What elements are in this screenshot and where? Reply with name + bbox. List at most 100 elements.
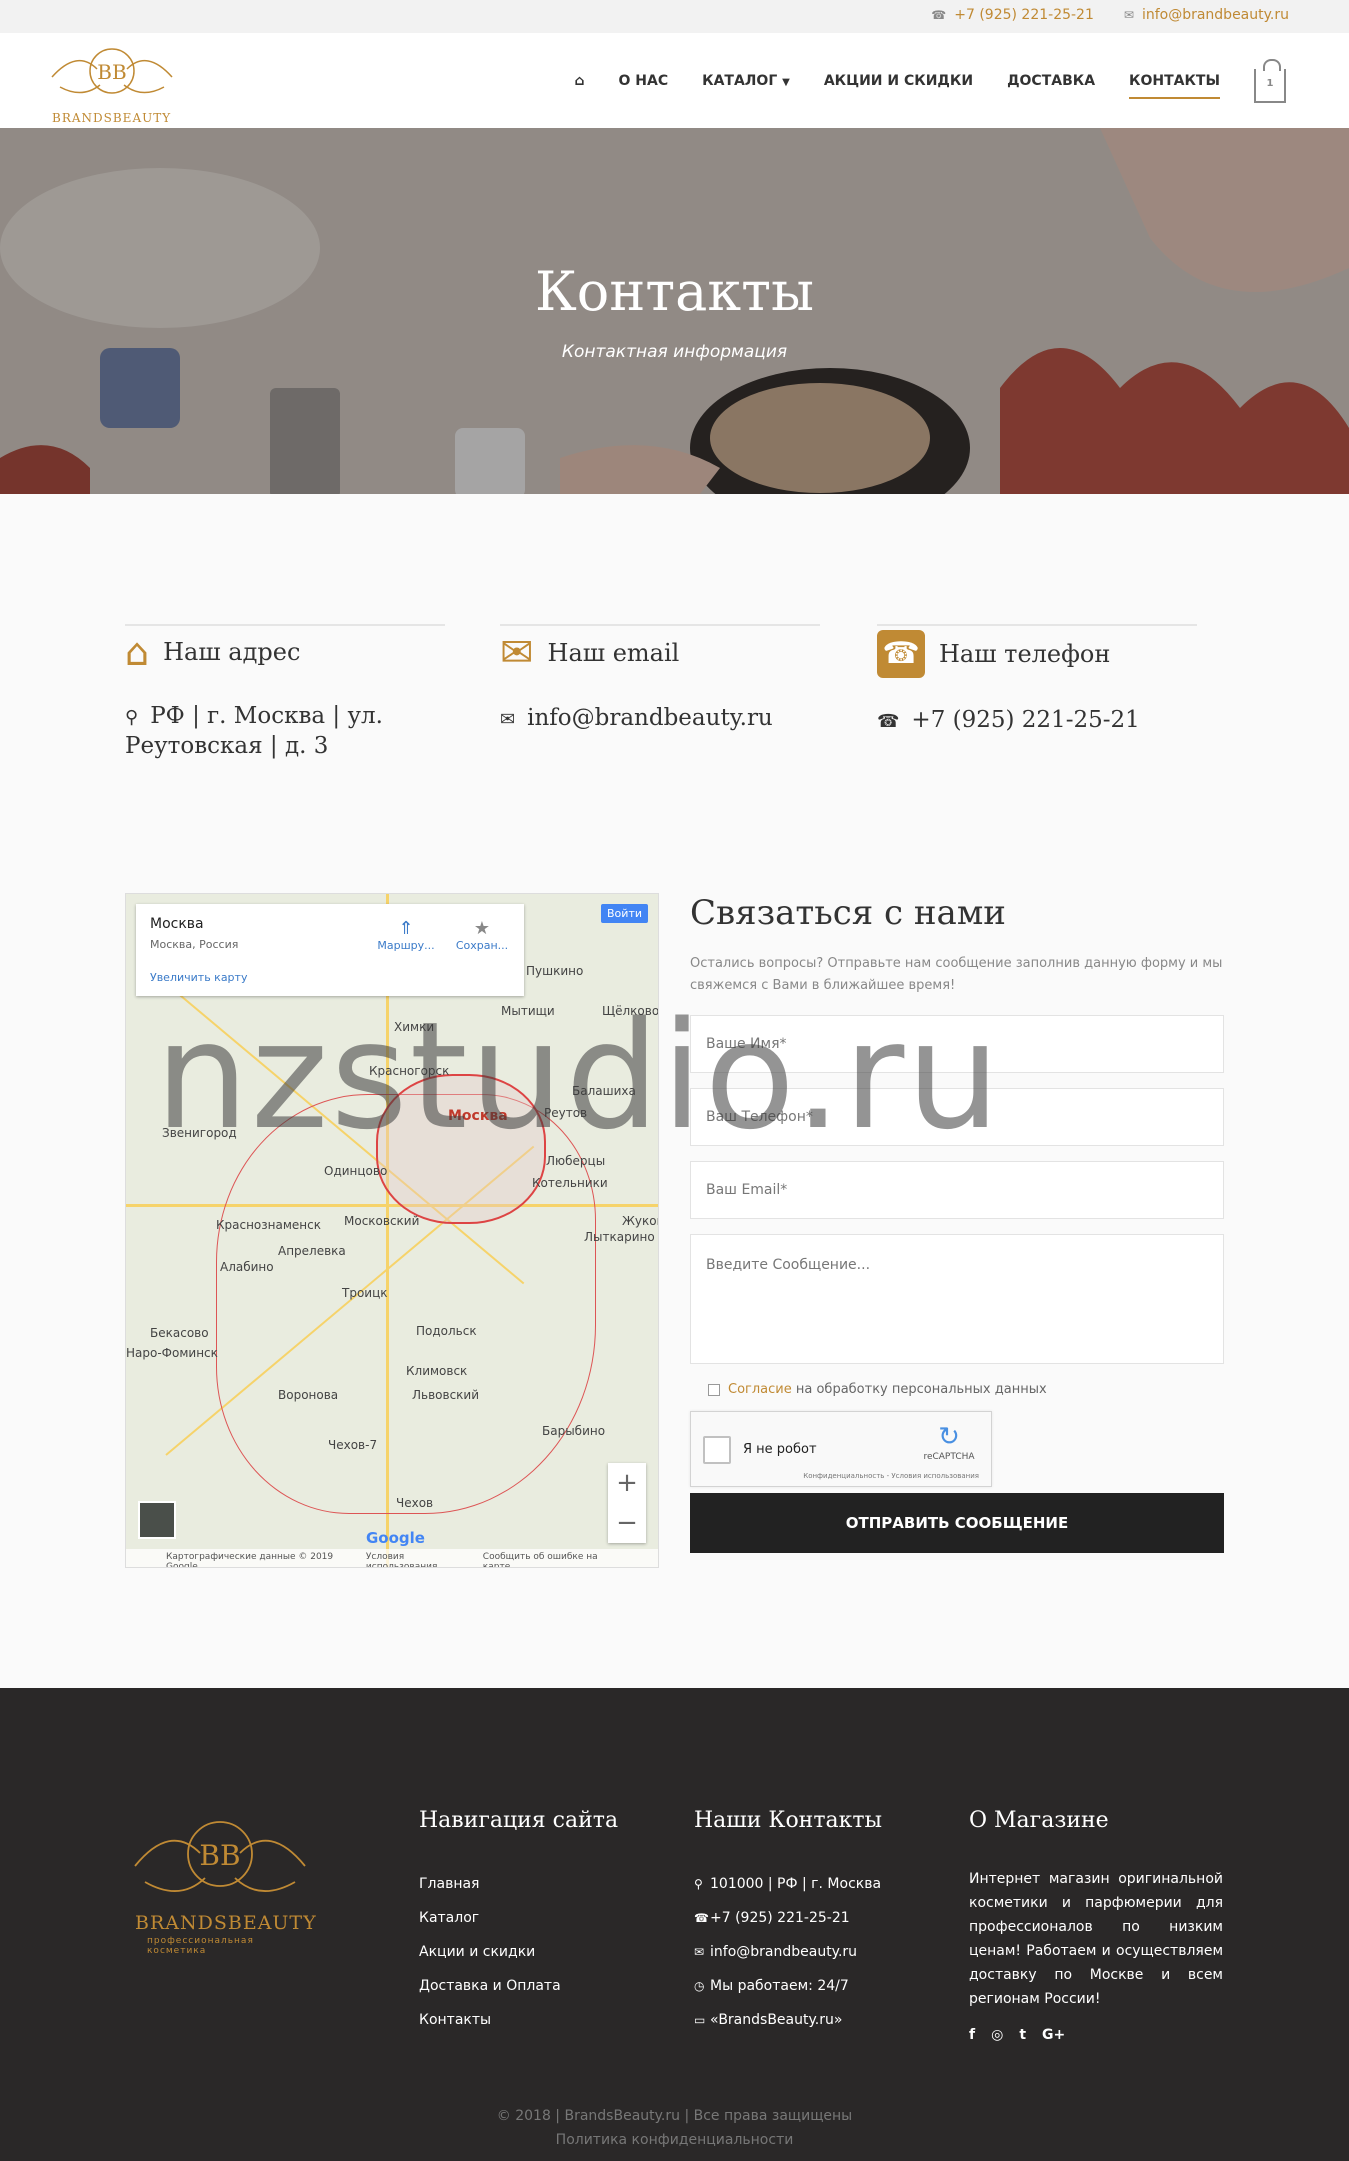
- map-city-label: Мытищи: [501, 1004, 555, 1018]
- submit-button[interactable]: ОТПРАВИТЬ СООБЩЕНИЕ: [690, 1493, 1224, 1553]
- recaptcha-brand: reCAPTCHA: [923, 1452, 975, 1462]
- logo-monogram: BB: [97, 60, 126, 84]
- footer-contacts: Наши Контакты ⚲ 101000 | РФ | г. Москва ☎…: [694, 1808, 882, 2037]
- recaptcha-terms[interactable]: Конфиденциальность - Условия использован…: [803, 1472, 979, 1480]
- phone-icon: ☎: [694, 1911, 709, 1925]
- google-logo: Google: [366, 1529, 425, 1547]
- map-route-button[interactable]: ⇑ Маршру...: [376, 918, 436, 952]
- map-signin-button[interactable]: Войти: [601, 904, 648, 923]
- email-link[interactable]: info@brandbeauty.ru: [527, 705, 773, 731]
- map-city-label: Львовский: [412, 1388, 480, 1402]
- form-description: Остались вопросы? Отправьте нам сообщени…: [690, 956, 1223, 993]
- map-copyright: Картографические данные © 2019 Google: [166, 1552, 334, 1568]
- footer-nav-title: Навигация сайта: [419, 1808, 619, 1833]
- nav-about[interactable]: О НАС: [619, 69, 669, 93]
- recaptcha-logo: ↻ reCAPTCHA: [919, 1422, 979, 1462]
- map-city-label: Краснознаменск: [216, 1218, 321, 1232]
- map-city-label: Чехов-7: [328, 1438, 378, 1452]
- footer-link-sales[interactable]: Акции и скидки: [419, 1944, 535, 1960]
- nav-catalog[interactable]: КАТАЛОГ ▼: [702, 69, 790, 93]
- route-icon: ⇑: [398, 918, 414, 939]
- map-city-label: Звенигород: [162, 1126, 237, 1140]
- top-phone-link[interactable]: ☎ +7 (925) 221-25-21: [931, 7, 1094, 23]
- footer-email[interactable]: info@brandbeauty.ru: [710, 1944, 857, 1960]
- map-city-label: Лыткарино: [584, 1230, 655, 1244]
- name-input[interactable]: Ваше Имя*: [690, 1015, 1224, 1073]
- moscow-city-border: [376, 1074, 546, 1224]
- map-city-label: Наро-Фоминск: [126, 1346, 218, 1360]
- consent-checkbox[interactable]: [708, 1383, 720, 1396]
- map-city-label: Одинцово: [324, 1164, 388, 1178]
- consent-link[interactable]: Согласие: [728, 1382, 792, 1397]
- house-icon: ⌂: [125, 630, 150, 674]
- map-city-label: Москва: [448, 1108, 508, 1124]
- map-city-label: Котельники: [532, 1176, 608, 1190]
- logo[interactable]: BB BRANDSBEAUTY: [42, 39, 182, 125]
- recaptcha-label: Я не робот: [743, 1442, 817, 1457]
- map-city-label: Подольск: [416, 1324, 477, 1338]
- facebook-icon[interactable]: f: [969, 2027, 975, 2043]
- map-city-label: Люберцы: [546, 1154, 606, 1168]
- phone-link[interactable]: +7 (925) 221-25-21: [911, 707, 1139, 733]
- nav-contacts[interactable]: КОНТАКТЫ: [1129, 69, 1220, 99]
- envelope-large-icon: ✉: [500, 630, 534, 676]
- footer-site: «BrandsBeauty.ru»: [710, 2012, 843, 2028]
- map-pin-icon: ⚲: [125, 707, 139, 728]
- map-city-label: Климовск: [406, 1364, 468, 1378]
- zoom-in-button[interactable]: +: [608, 1463, 646, 1503]
- logo-brand: BRANDSBEAUTY: [52, 111, 172, 125]
- map-city-label: Чехов: [396, 1496, 434, 1510]
- footer-link-delivery[interactable]: Доставка и Оплата: [419, 1978, 561, 1994]
- footer-phone[interactable]: +7 (925) 221-25-21: [710, 1910, 850, 1926]
- map-zoom-controls: + −: [608, 1463, 646, 1543]
- google-map[interactable]: Пушкино Мытищи Химки Щёлково Красногорск…: [125, 893, 659, 1568]
- map-city-label: Балашиха: [572, 1084, 636, 1098]
- email-input[interactable]: Ваш Email*: [690, 1161, 1224, 1219]
- clock-icon: ◷: [694, 1979, 705, 1993]
- nav-delivery[interactable]: ДОСТАВКА: [1007, 69, 1095, 93]
- phone-value-row: ☎ +7 (925) 221-25-21: [877, 706, 1197, 736]
- email-header: ✉ Наш email: [500, 624, 820, 676]
- footer-address: 101000 | РФ | г. Москва: [710, 1876, 882, 1892]
- twitter-icon[interactable]: t: [1019, 2027, 1026, 2043]
- footer-logo[interactable]: BB BRANDSBEAUTY профессиональная космети…: [125, 1808, 316, 1956]
- map-save-button[interactable]: ★ Сохран...: [452, 918, 512, 952]
- phone-header: ☎ Наш телефон: [877, 624, 1197, 678]
- footer-tagline: профессиональная косметика: [147, 1936, 254, 1956]
- map-city-label: Жуковский: [622, 1214, 658, 1228]
- footer-link-contacts[interactable]: Контакты: [419, 2012, 491, 2028]
- phone-input[interactable]: Ваш Телефон*: [690, 1088, 1224, 1146]
- message-textarea[interactable]: Введите Сообщение...: [690, 1234, 1224, 1364]
- social-links: f ◎ t G+: [969, 2027, 1223, 2043]
- cart-count: 1: [1266, 77, 1274, 89]
- privacy-link[interactable]: Политика конфиденциальности: [556, 2132, 794, 2148]
- consent-text: на обработку персональных данных: [795, 1382, 1047, 1397]
- nav-home[interactable]: ⌂: [574, 69, 584, 93]
- contact-form: Связаться с нами Остались вопросы? Отпра…: [690, 893, 1224, 1553]
- map-terms-link[interactable]: Условия использования: [366, 1552, 471, 1567]
- footer-about-title: О Магазине: [969, 1808, 1109, 1833]
- top-bar: ☎ +7 (925) 221-25-21 ✉ info@brandbeauty.ru: [0, 0, 1349, 33]
- map-satellite-toggle[interactable]: [138, 1501, 176, 1539]
- map-report-link[interactable]: Сообщить об ошибке на карте: [483, 1552, 618, 1567]
- zoom-out-button[interactable]: −: [608, 1503, 646, 1543]
- envelope-icon: ✉: [1123, 8, 1134, 22]
- instagram-icon[interactable]: ◎: [991, 2027, 1003, 2043]
- footer-link-catalog[interactable]: Каталог: [419, 1910, 479, 1926]
- google-plus-icon[interactable]: G+: [1042, 2027, 1065, 2043]
- map-enlarge-link[interactable]: Увеличить карту: [150, 971, 510, 984]
- consent-row: Согласие на обработку персональных данны…: [690, 1382, 1224, 1397]
- nav-sales[interactable]: АКЦИИ И СКИДКИ: [824, 69, 973, 93]
- header: BB BRANDSBEAUTY ⌂ О НАС КАТАЛОГ ▼ АКЦИИ …: [0, 33, 1349, 128]
- footer-contacts-title: Наши Контакты: [694, 1808, 883, 1833]
- top-contacts: ☎ +7 (925) 221-25-21 ✉ info@brandbeauty.ru: [931, 7, 1289, 23]
- copyright-block: © 2018 | BrandsBeauty.ru | Все права защ…: [0, 2104, 1349, 2152]
- address-block: ⌂ Наш адрес ⚲ РФ | г. Москва | ул. Реутов…: [125, 624, 445, 761]
- phone-title: Наш телефон: [939, 640, 1111, 668]
- top-email-link[interactable]: ✉ info@brandbeauty.ru: [1124, 7, 1289, 23]
- footer-link-home[interactable]: Главная: [419, 1876, 479, 1892]
- recaptcha-checkbox[interactable]: [703, 1436, 731, 1464]
- monitor-icon: ▭: [694, 2013, 706, 2027]
- cart-button[interactable]: 1: [1254, 58, 1286, 103]
- map-city-label: Химки: [394, 1020, 435, 1034]
